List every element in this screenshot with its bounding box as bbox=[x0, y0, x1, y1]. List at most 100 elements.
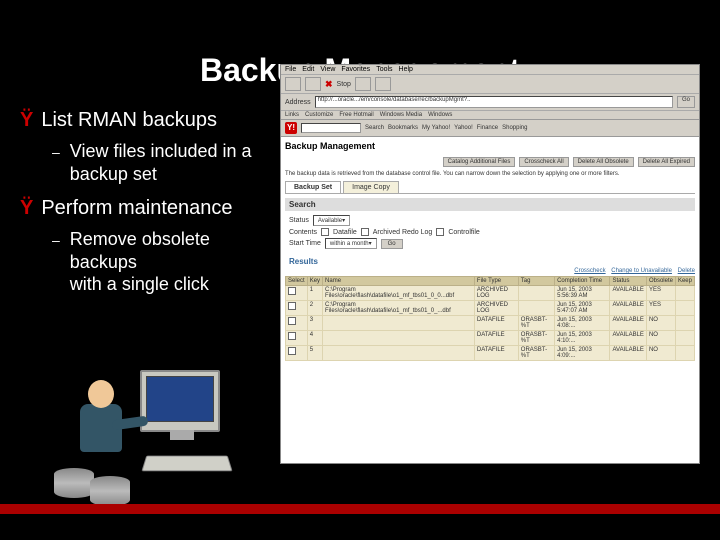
link-item[interactable]: Windows Media bbox=[380, 112, 422, 118]
status-label: Status bbox=[289, 217, 309, 224]
row-checkbox[interactable] bbox=[288, 332, 296, 340]
change-unavailable-link[interactable]: Change to Unavailable bbox=[611, 268, 672, 274]
cell-key: 2 bbox=[307, 301, 322, 316]
menu-item[interactable]: View bbox=[320, 66, 335, 73]
col-obsolete: Obsolete bbox=[646, 277, 675, 286]
links-bar: Links Customize Free Hotmail Windows Med… bbox=[281, 111, 699, 120]
toolbar-link[interactable]: Bookmarks bbox=[388, 125, 418, 131]
col-name: Name bbox=[323, 277, 475, 286]
cell-key: 5 bbox=[307, 346, 322, 361]
col-completion: Completion Time bbox=[555, 277, 610, 286]
row-checkbox[interactable] bbox=[288, 317, 296, 325]
catalog-files-button[interactable]: Catalog Additional Files bbox=[443, 157, 516, 167]
cell-keep bbox=[675, 346, 694, 361]
address-input[interactable]: http://...oracle.../em/console/database/… bbox=[315, 96, 673, 108]
table-row: 5DATAFILEORASBT-%TJun 15, 2003 4:09:...A… bbox=[286, 346, 695, 361]
link-item[interactable]: Windows bbox=[428, 112, 452, 118]
bullet-icon: Ÿ bbox=[20, 109, 33, 132]
toolbar-link[interactable]: Yahoo! bbox=[454, 125, 473, 131]
yahoo-search-input[interactable] bbox=[301, 123, 361, 133]
cell-filetype: DATAFILE bbox=[474, 331, 518, 346]
cell-obsolete: YES bbox=[646, 286, 675, 301]
forward-button[interactable] bbox=[305, 77, 321, 91]
crosscheck-all-button[interactable]: Crosscheck All bbox=[519, 157, 568, 167]
cell-filetype: ARCHIVED LOG bbox=[474, 286, 518, 301]
sub-bullet-item: – Remove obsolete backups with a single … bbox=[52, 228, 280, 296]
archivelog-checkbox[interactable] bbox=[361, 228, 369, 236]
toolbar: ✖ Stop bbox=[281, 75, 699, 94]
tab-backup-set[interactable]: Backup Set bbox=[285, 181, 341, 193]
col-key: Key bbox=[307, 277, 322, 286]
cell-tag: ORASBT-%T bbox=[518, 316, 554, 331]
back-button[interactable] bbox=[285, 77, 301, 91]
cell-obsolete: NO bbox=[646, 316, 675, 331]
go-button[interactable]: Go bbox=[677, 96, 695, 108]
tab-image-copy[interactable]: Image Copy bbox=[343, 181, 399, 193]
bullet-list: Ÿ List RMAN backups – View files include… bbox=[20, 109, 280, 308]
cell-name: C:\Program Files\oracle\flash\datafile\o… bbox=[323, 301, 475, 316]
delete-expired-button[interactable]: Delete All Expired bbox=[638, 157, 695, 167]
row-checkbox[interactable] bbox=[288, 347, 296, 355]
delete-obsolete-button[interactable]: Delete All Obsolete bbox=[573, 157, 634, 167]
page-title: Backup Management bbox=[285, 141, 695, 151]
cell-filetype: ARCHIVED LOG bbox=[474, 301, 518, 316]
menu-item[interactable]: Favorites bbox=[341, 66, 370, 73]
page-content: Backup Management Catalog Additional Fil… bbox=[281, 137, 699, 463]
checkbox-label: Archived Redo Log bbox=[373, 229, 433, 236]
toolbar-link[interactable]: My Yahoo! bbox=[422, 125, 450, 131]
page-description: The backup data is retrieved from the da… bbox=[285, 171, 695, 177]
go-button[interactable]: Go bbox=[381, 239, 403, 249]
yahoo-toolbar: Y! Search Bookmarks My Yahoo! Yahoo! Fin… bbox=[281, 120, 699, 137]
stop-icon[interactable]: ✖ bbox=[325, 79, 333, 90]
table-row: 4DATAFILEORASBT-%TJun 15, 2003 4:10:...A… bbox=[286, 331, 695, 346]
menu-item[interactable]: Edit bbox=[302, 66, 314, 73]
checkbox-label: Controlfile bbox=[448, 229, 480, 236]
browser-screenshot: File Edit View Favorites Tools Help ✖ St… bbox=[280, 64, 700, 464]
menu-item[interactable]: Help bbox=[399, 66, 413, 73]
link-item[interactable]: Free Hotmail bbox=[339, 112, 373, 118]
home-button[interactable] bbox=[375, 77, 391, 91]
sub-bullet-item: – View files included in a backup set bbox=[52, 140, 280, 185]
table-row: 1C:\Program Files\oracle\flash\datafile\… bbox=[286, 286, 695, 301]
col-keep: Keep bbox=[675, 277, 694, 286]
checkbox-label: Datafile bbox=[333, 229, 357, 236]
cell-status: AVAILABLE bbox=[610, 301, 646, 316]
menu-bar: File Edit View Favorites Tools Help bbox=[281, 65, 699, 75]
controlfile-checkbox[interactable] bbox=[436, 228, 444, 236]
menu-item[interactable]: Tools bbox=[376, 66, 392, 73]
cell-obsolete: NO bbox=[646, 346, 675, 361]
cell-status: AVAILABLE bbox=[610, 286, 646, 301]
menu-item[interactable]: File bbox=[285, 66, 296, 73]
cell-filetype: DATAFILE bbox=[474, 346, 518, 361]
delete-link[interactable]: Delete bbox=[678, 268, 695, 274]
col-select: Select bbox=[286, 277, 308, 286]
cell-obsolete: NO bbox=[646, 331, 675, 346]
keyboard-icon bbox=[141, 456, 232, 472]
cell-keep bbox=[675, 301, 694, 316]
cell-tag bbox=[518, 301, 554, 316]
refresh-button[interactable] bbox=[355, 77, 371, 91]
results-actions: Crosscheck Change to Unavailable Delete bbox=[285, 268, 695, 274]
cell-keep bbox=[675, 331, 694, 346]
status-select[interactable]: Available ▾ bbox=[313, 215, 350, 226]
col-tag: Tag bbox=[518, 277, 554, 286]
cell-completion: Jun 15, 2003 5:47:07 AM bbox=[555, 301, 610, 316]
cell-key: 1 bbox=[307, 286, 322, 301]
row-checkbox[interactable] bbox=[288, 302, 296, 310]
table-header-row: Select Key Name File Type Tag Completion… bbox=[286, 277, 695, 286]
link-item[interactable]: Customize bbox=[305, 112, 333, 118]
datafile-checkbox[interactable] bbox=[321, 228, 329, 236]
dash-icon: – bbox=[52, 228, 60, 296]
database-icon bbox=[90, 476, 130, 506]
toolbar-link[interactable]: Finance bbox=[477, 125, 498, 131]
cell-completion: Jun 15, 2003 4:08:... bbox=[555, 316, 610, 331]
cell-name bbox=[323, 331, 475, 346]
links-label: Links bbox=[285, 112, 299, 118]
col-filetype: File Type bbox=[474, 277, 518, 286]
search-button[interactable]: Search bbox=[365, 125, 384, 131]
start-time-select[interactable]: within a month ▾ bbox=[325, 238, 377, 249]
row-checkbox[interactable] bbox=[288, 287, 296, 295]
toolbar-link[interactable]: Shopping bbox=[502, 125, 527, 131]
sub-bullet-text: Remove obsolete backups with a single cl… bbox=[70, 228, 280, 296]
crosscheck-link[interactable]: Crosscheck bbox=[574, 268, 605, 274]
